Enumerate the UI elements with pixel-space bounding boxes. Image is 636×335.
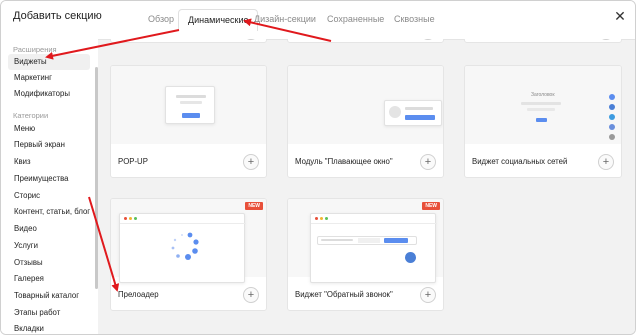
sidebar-item-gallery[interactable]: Галерея [8, 271, 90, 287]
card-preview [288, 66, 443, 144]
card-social-widget[interactable]: Заголовок Виджет социальных сетей + [464, 65, 622, 178]
sidebar-item-video[interactable]: Видео [8, 221, 90, 237]
add-icon[interactable]: + [420, 154, 436, 170]
sidebar-item-stories[interactable]: Сторис [8, 188, 90, 204]
social-icon [609, 134, 615, 140]
card-preview [288, 199, 443, 283]
sidebar-section-categories: Категории [13, 111, 49, 120]
sidebar-item-modifiers[interactable]: Модификаторы [8, 86, 90, 102]
social-icon [609, 94, 615, 100]
add-icon[interactable] [420, 39, 436, 40]
sidebar-item-services[interactable]: Услуги [8, 238, 90, 254]
sidebar-item-tabs[interactable]: Вкладки [8, 321, 90, 334]
sidebar-item-marketing[interactable]: Маркетинг [8, 70, 90, 86]
sidebar-item-first-screen[interactable]: Первый экран [8, 137, 90, 153]
card-preloader[interactable]: NEW Прелоадер + [110, 198, 267, 311]
card-top-2[interactable] [287, 39, 444, 43]
phone-icon [405, 252, 416, 263]
add-icon[interactable]: + [243, 287, 259, 303]
sidebar: Расширения Виджеты Маркетинг Модификатор… [1, 39, 98, 334]
add-icon[interactable]: + [420, 287, 436, 303]
card-preview [111, 199, 266, 283]
card-label: Прелоадер [118, 290, 159, 299]
spinner-icon [171, 232, 199, 260]
card-label: Виджет социальных сетей [472, 157, 568, 166]
add-icon[interactable] [243, 39, 259, 40]
popup-preview-window [165, 86, 215, 124]
tab-global[interactable]: Сквозные [394, 9, 435, 31]
sidebar-item-content[interactable]: Контент, статьи, блог [8, 204, 90, 220]
preview-title: Заголовок [531, 92, 555, 98]
card-label: POP-UP [118, 157, 148, 166]
card-top-3[interactable] [464, 39, 622, 43]
callback-preview-window [310, 213, 437, 283]
widgets-grid: POP-UP + Модуль "Плавающее окно" + Загол… [98, 39, 635, 334]
sidebar-item-widgets[interactable]: Виджеты [8, 54, 90, 70]
card-popup[interactable]: POP-UP + [110, 65, 267, 178]
sidebar-item-catalog[interactable]: Товарный каталог [8, 288, 90, 304]
card-top-1[interactable] [110, 39, 267, 43]
card-preview: Заголовок [465, 66, 621, 144]
sidebar-item-quiz[interactable]: Квиз [8, 154, 90, 170]
add-icon[interactable]: + [598, 154, 614, 170]
tab-dynamic[interactable]: Динамические [178, 9, 259, 31]
social-icon [609, 104, 615, 110]
sidebar-section-extensions: Расширения [13, 45, 57, 54]
sidebar-item-menu[interactable]: Меню [8, 121, 90, 137]
social-icon [609, 114, 615, 120]
sidebar-item-advantages[interactable]: Преимущества [8, 171, 90, 187]
card-preview [111, 66, 266, 144]
add-icon[interactable] [598, 39, 614, 40]
sidebar-item-work-stages[interactable]: Этапы работ [8, 305, 90, 321]
tab-saved[interactable]: Сохраненные [327, 9, 384, 31]
social-icon [609, 124, 615, 130]
card-label: Виджет "Обратный звонок" [295, 290, 393, 299]
preloader-preview-window [119, 213, 246, 283]
card-callback-widget[interactable]: NEW Виджет "Обратный звонок" + [287, 198, 444, 311]
card-label: Модуль "Плавающее окно" [295, 157, 393, 166]
add-icon[interactable]: + [243, 154, 259, 170]
tab-design-sections[interactable]: Дизайн-секции [254, 9, 316, 31]
card-floating-window[interactable]: Модуль "Плавающее окно" + [287, 65, 444, 178]
new-badge: NEW [245, 202, 263, 210]
tab-overview[interactable]: Обзор [148, 9, 174, 31]
new-badge: NEW [422, 202, 440, 210]
floating-preview-window [384, 100, 442, 126]
close-icon[interactable]: ✕ [613, 9, 627, 23]
sidebar-item-reviews[interactable]: Отзывы [8, 255, 90, 271]
dialog-header: Добавить секцию Обзор Динамические Дизай… [1, 1, 635, 39]
add-section-dialog: Добавить секцию Обзор Динамические Дизай… [0, 0, 636, 335]
dialog-title: Добавить секцию [13, 10, 102, 22]
